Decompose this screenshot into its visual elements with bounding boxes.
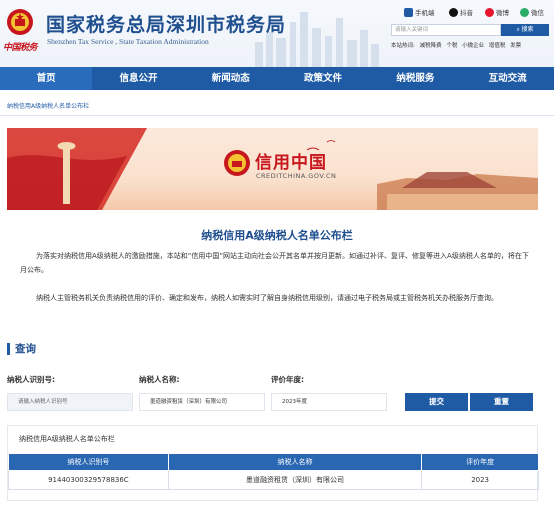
hot-words-label: 本站热词: bbox=[391, 43, 415, 49]
submit-button[interactable]: 提交 bbox=[405, 393, 468, 411]
nav-item-policy[interactable]: 政策文件 bbox=[277, 67, 369, 90]
credit-china-banner: 信用中国 CREDITCHINA.GOV.CN bbox=[7, 128, 538, 210]
divider bbox=[0, 115, 554, 116]
results-panel: 纳税信用A级纳税人名单公布栏 纳税人识别号 纳税人名称 评价年度 9144030… bbox=[7, 425, 539, 501]
column-header-id: 纳税人识别号 bbox=[8, 453, 169, 471]
column-header-year: 评价年度 bbox=[421, 453, 539, 471]
site-title[interactable]: 国家税务总局深圳市税务局 bbox=[46, 10, 286, 37]
main-nav: 首页 信息公开 新闻动态 政策文件 纳税服务 互动交流 bbox=[0, 67, 554, 90]
hot-word-link[interactable]: 小微企业 bbox=[462, 43, 484, 49]
hot-word-link[interactable]: 减税降费 bbox=[420, 43, 442, 49]
evaluation-year-label: 评价年度: bbox=[271, 375, 304, 384]
intro-paragraph: 为落实对纳税信用A级纳税人的激励措施，本站和“信用中国”网站主动向社会公开其名单… bbox=[20, 252, 529, 274]
search-input[interactable]: 请输入关键词 bbox=[391, 24, 501, 36]
cell-taxpayer-name: 墨道融资租赁（深圳）有限公司 bbox=[167, 470, 423, 490]
social-weibo-link[interactable]: 微博 bbox=[485, 7, 509, 17]
column-header-name: 纳税人名称 bbox=[167, 453, 423, 471]
reset-button[interactable]: 重置 bbox=[470, 393, 533, 411]
nav-item-home[interactable]: 首页 bbox=[0, 67, 93, 90]
social-wechat-link[interactable]: 微信 bbox=[520, 7, 544, 17]
query-section-title: 查询 bbox=[7, 343, 36, 355]
taxpayer-id-input[interactable]: 请输入纳税人识别号 bbox=[7, 393, 133, 411]
cell-taxpayer-id: 91440300329578836C bbox=[8, 470, 169, 490]
search-icon: ⌕ bbox=[516, 27, 520, 33]
intro-paragraph: 纳税人主管税务机关负责纳税信用的评价、确定和发布，纳税人如需实时了解自身纳税信用… bbox=[36, 294, 498, 302]
results-table: 纳税人识别号 纳税人名称 评价年度 91440300329578836C 墨道融… bbox=[8, 453, 539, 490]
taxpayer-name-label: 纳税人名称: bbox=[139, 375, 180, 384]
taxpayer-name-input[interactable]: 墨道融资租赁（深圳）有限公司 bbox=[139, 393, 265, 411]
page-title: 纳税信用A级纳税人名单公布栏 bbox=[201, 229, 353, 242]
douyin-icon bbox=[449, 7, 458, 17]
taxpayer-id-label: 纳税人识别号: bbox=[7, 375, 55, 384]
breadcrumb[interactable]: 纳税信用A级纳税人名单公布栏 bbox=[7, 101, 89, 110]
hot-word-link[interactable]: 个税 bbox=[446, 43, 457, 49]
weibo-icon bbox=[485, 7, 494, 17]
mobile-icon bbox=[404, 7, 413, 17]
nav-item-tax-service[interactable]: 纳税服务 bbox=[369, 67, 461, 90]
tax-calligraphy-logo: 中国税务 bbox=[3, 43, 38, 53]
wechat-icon bbox=[520, 7, 529, 17]
site-header: 中国税务 国家税务总局深圳市税务局 Shenzhen Tax Service ,… bbox=[0, 0, 554, 67]
cell-evaluation-year: 2023 bbox=[421, 470, 539, 490]
hot-words: 本站热词: 减税降费 个税 小微企业 增值税 发票 bbox=[391, 41, 524, 49]
social-mobile-link[interactable]: 手机端 bbox=[404, 7, 435, 17]
table-header-row: 纳税人识别号 纳税人名称 评价年度 bbox=[8, 453, 539, 471]
site-subtitle-en: Shenzhen Tax Service , State Taxation Ad… bbox=[47, 37, 209, 46]
national-emblem-icon bbox=[7, 9, 33, 35]
nav-item-info-disclosure[interactable]: 信息公开 bbox=[92, 67, 184, 90]
credit-china-domain: CREDITCHINA.GOV.CN bbox=[256, 172, 337, 180]
evaluation-year-select[interactable]: 2023年度 bbox=[271, 393, 387, 411]
hot-word-link[interactable]: 增值税 bbox=[489, 43, 506, 49]
search-button[interactable]: ⌕ 搜索 bbox=[501, 24, 549, 36]
credit-china-emblem-icon bbox=[224, 150, 250, 176]
social-douyin-link[interactable]: 抖音 bbox=[449, 7, 473, 17]
nav-item-news[interactable]: 新闻动态 bbox=[185, 67, 277, 90]
credit-china-logo-text: 信用中国 bbox=[255, 153, 327, 173]
hot-word-link[interactable]: 发票 bbox=[510, 43, 521, 49]
nav-item-interaction[interactable]: 互动交流 bbox=[461, 67, 553, 90]
results-title: 纳税信用A级纳税人名单公布栏 bbox=[19, 435, 115, 443]
table-row: 91440300329578836C 墨道融资租赁（深圳）有限公司 2023 bbox=[8, 470, 539, 490]
